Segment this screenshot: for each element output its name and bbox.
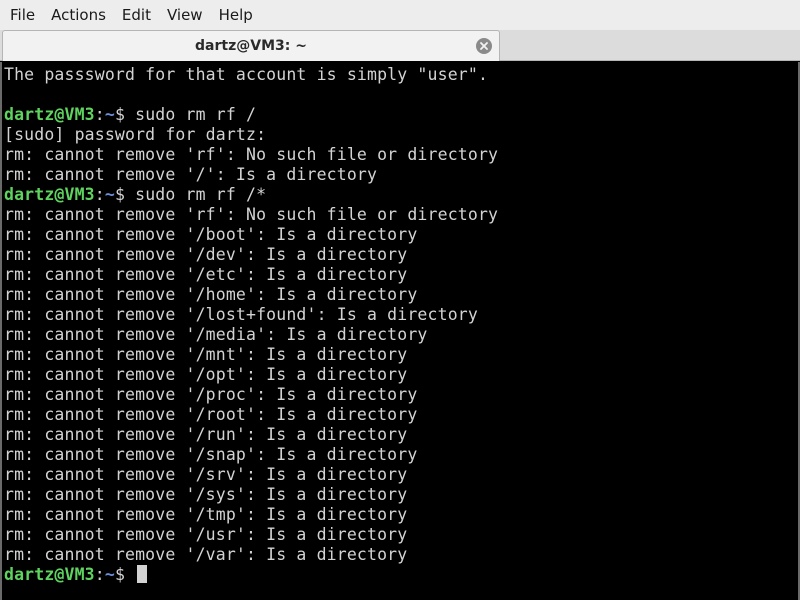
terminal-lines: The passsword for that account is simply… [4, 65, 798, 585]
output-line: rm: cannot remove '/home': Is a director… [4, 285, 418, 304]
output-line: rm: cannot remove '/etc': Is a directory [4, 265, 408, 284]
prompt-command: sudo rm rf / [135, 105, 257, 124]
terminal-cursor [137, 565, 148, 583]
output-line: rm: cannot remove '/tmp': Is a directory [4, 505, 408, 524]
prompt-path: ~ [104, 185, 115, 204]
prompt-user-host: dartz@VM3 [4, 565, 95, 584]
prompt-colon: : [94, 185, 105, 204]
menu-file[interactable]: File [2, 0, 43, 30]
output-line: rm: cannot remove 'rf': No such file or … [4, 145, 499, 164]
output-line: rm: cannot remove '/opt': Is a directory [4, 365, 408, 384]
terminal-output[interactable]: The passsword for that account is simply… [0, 62, 800, 600]
output-line: rm: cannot remove '/boot': Is a director… [4, 225, 418, 244]
prompt-user-host: dartz@VM3 [4, 185, 95, 204]
close-icon[interactable] [476, 38, 492, 54]
output-line: rm: cannot remove '/usr': Is a directory [4, 525, 408, 544]
menu-bar: File Actions Edit View Help [0, 0, 800, 30]
menu-view[interactable]: View [159, 0, 211, 30]
prompt-dollar: $ [114, 105, 136, 124]
prompt-path: ~ [104, 105, 115, 124]
output-line: rm: cannot remove '/run': Is a directory [4, 425, 408, 444]
menu-edit[interactable]: Edit [114, 0, 159, 30]
output-line: rm: cannot remove '/root': Is a director… [4, 405, 418, 424]
tab-title: dartz@VM3: ~ [195, 38, 307, 54]
output-line: rm: cannot remove '/srv': Is a directory [4, 465, 408, 484]
prompt-dollar: $ [114, 185, 136, 204]
prompt-colon: : [94, 565, 105, 584]
menu-help[interactable]: Help [211, 0, 261, 30]
prompt-user-host: dartz@VM3 [4, 105, 95, 124]
output-line: rm: cannot remove '/dev': Is a directory [4, 245, 408, 264]
prompt-command: sudo rm rf /* [135, 185, 267, 204]
tab-bar: dartz@VM3: ~ [0, 30, 800, 61]
output-line: rm: cannot remove '/proc': Is a director… [4, 385, 418, 404]
prompt-path: ~ [104, 565, 115, 584]
prompt-line: dartz@VM3:~$ sudo rm rf /* [4, 185, 798, 205]
output-line: rm: cannot remove '/snap': Is a director… [4, 445, 418, 464]
output-line: rm: cannot remove '/var': Is a directory [4, 545, 408, 564]
output-line: rm: cannot remove '/media': Is a directo… [4, 325, 428, 344]
output-line: rm: cannot remove '/lost+found': Is a di… [4, 305, 478, 324]
tab-terminal[interactable]: dartz@VM3: ~ [2, 30, 500, 61]
menu-actions[interactable]: Actions [43, 0, 114, 30]
prompt-dollar: $ [114, 565, 136, 584]
prompt-colon: : [94, 105, 105, 124]
output-line: rm: cannot remove '/': Is a directory [4, 165, 378, 184]
output-line: rm: cannot remove '/sys': Is a directory [4, 485, 408, 504]
output-line: [sudo] password for dartz: [4, 125, 267, 144]
prompt-line: dartz@VM3:~$ [4, 565, 798, 585]
output-line: The passsword for that account is simply… [4, 65, 489, 84]
prompt-line: dartz@VM3:~$ sudo rm rf / [4, 105, 798, 125]
output-line: rm: cannot remove 'rf': No such file or … [4, 205, 499, 224]
output-line: rm: cannot remove '/mnt': Is a directory [4, 345, 408, 364]
